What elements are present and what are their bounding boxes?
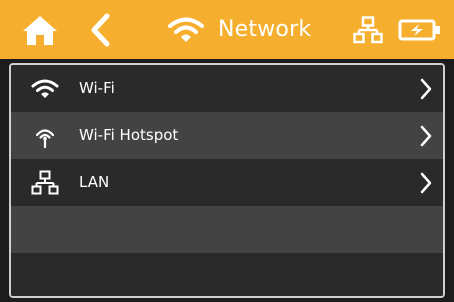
hotspot-antenna-icon: [35, 129, 55, 149]
chevron-right-icon: [420, 78, 432, 100]
menu-item-empty: [11, 253, 443, 296]
back-chevron-icon: [91, 13, 110, 46]
home-button[interactable]: [20, 0, 60, 59]
home-icon: [23, 15, 57, 45]
lan-status-icon: [353, 16, 383, 44]
network-screen: Network Wi-Fi Wi-Fi Hotspot LAN: [0, 0, 454, 302]
lan-icon: [31, 170, 59, 195]
chevron-right-icon: [420, 172, 432, 194]
header-bar: Network: [0, 0, 454, 59]
menu-item-wifi-hotspot[interactable]: Wi-Fi Hotspot: [11, 112, 443, 159]
menu-item-label: Wi-Fi Hotspot: [79, 126, 179, 144]
back-button[interactable]: [86, 0, 114, 59]
network-menu-panel: Wi-Fi Wi-Fi Hotspot LAN: [9, 63, 445, 298]
battery-charging-icon: [398, 19, 440, 41]
wifi-icon: [168, 17, 204, 42]
menu-item-label: LAN: [79, 173, 110, 191]
menu-item-label: Wi-Fi: [79, 79, 115, 97]
menu-item-empty: [11, 206, 443, 253]
wifi-icon: [31, 79, 59, 98]
menu-item-wifi[interactable]: Wi-Fi: [11, 65, 443, 112]
menu-item-lan[interactable]: LAN: [11, 159, 443, 206]
chevron-right-icon: [420, 125, 432, 147]
page-title: Network: [218, 17, 312, 42]
header-title-group: Network: [168, 0, 311, 59]
